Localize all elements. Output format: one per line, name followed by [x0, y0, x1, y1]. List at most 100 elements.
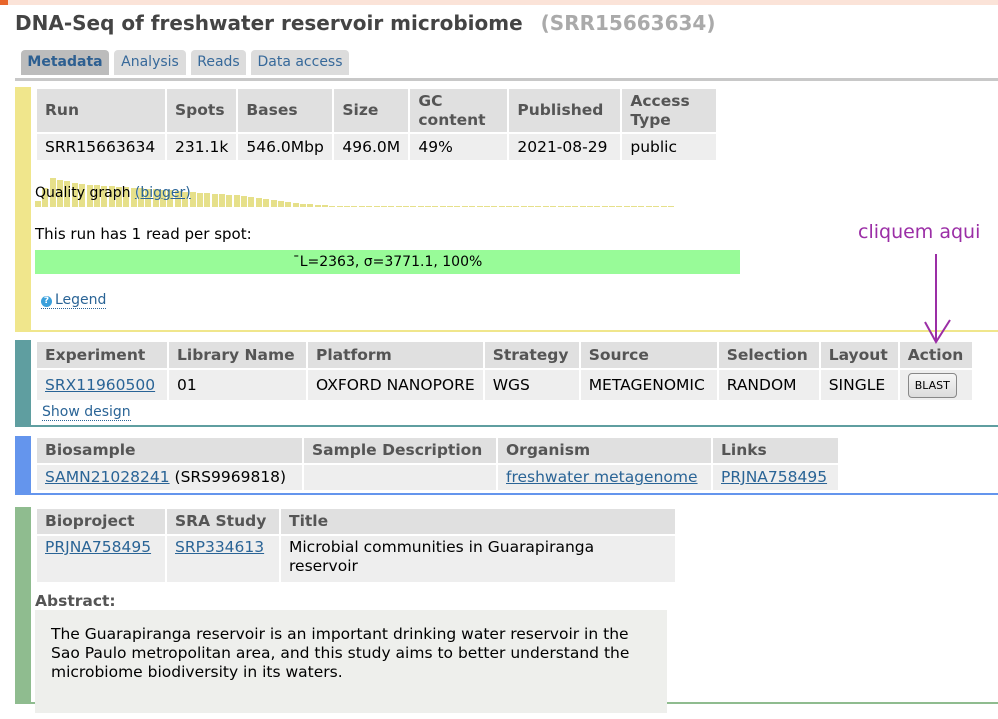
bio-cell-description	[304, 465, 496, 490]
exp-cell-action: BLAST	[899, 370, 972, 400]
tab-bar: Metadata Analysis Reads Data access	[15, 50, 998, 81]
bioproject-section: Bioproject SRA Study Title PRJNA758495 S…	[15, 507, 998, 713]
experiment-section-bar	[15, 340, 31, 425]
bioproject-links-link[interactable]: PRJNA758495	[721, 468, 827, 486]
quality-graph-bar	[447, 206, 454, 207]
abstract-text: The Guarapiranga reservoir is an importa…	[35, 610, 667, 713]
quality-graph-bar	[631, 206, 638, 207]
quality-graph-bigger-link[interactable]: (bigger)	[135, 185, 191, 201]
quality-graph-bar	[506, 206, 512, 207]
quality-graph-bar	[255, 198, 262, 207]
run-header-published: Published	[509, 89, 621, 132]
run-row: SRR15663634 231.1k 546.0Mbp 496.0M 49% 2…	[37, 134, 717, 160]
show-design-link[interactable]: Show design	[42, 404, 131, 421]
bio-header-description: Sample Description	[304, 438, 496, 463]
tab-data-access[interactable]: Data access	[251, 50, 349, 75]
biosample-link[interactable]: SAMN21028241	[45, 468, 170, 486]
exp-header-experiment: Experiment	[37, 342, 167, 368]
tab-reads[interactable]: Reads	[191, 50, 246, 75]
run-header-spots: Spots	[167, 89, 237, 132]
legend-label: Legend	[55, 292, 107, 308]
quality-graph-bar	[454, 206, 461, 207]
run-header-gc: GC content	[410, 89, 508, 132]
organism-link[interactable]: freshwater metagenome	[506, 468, 698, 486]
bioproject-table: Bioproject SRA Study Title PRJNA758495 S…	[35, 507, 677, 584]
run-header-bases: Bases	[238, 89, 333, 132]
quality-graph-bar	[344, 206, 351, 207]
quality-graph-bar	[299, 204, 306, 207]
quality-graph-bar	[248, 197, 255, 207]
quality-graph-label: Quality graph	[35, 185, 131, 201]
run-cell-bases: 546.0Mbp	[238, 134, 333, 160]
quality-graph-bar	[307, 204, 314, 207]
quality-graph-bar	[491, 206, 498, 207]
run-cell-run: SRR15663634	[37, 134, 165, 160]
exp-cell-source: METAGENOMIC	[580, 370, 717, 400]
quality-graph-bar	[211, 194, 218, 207]
proj-title-line2: reservoir	[289, 557, 358, 575]
sra-study-link[interactable]: SRP334613	[175, 538, 264, 556]
quality-graph-bar	[314, 205, 321, 207]
biosample-table: Biosample Sample Description Organism Li…	[35, 436, 840, 492]
run-cell-access: public	[622, 134, 717, 160]
quality-graph-bar	[380, 206, 387, 207]
quality-graph-bar	[550, 206, 557, 207]
bio-cell-links: PRJNA758495	[713, 465, 838, 490]
quality-graph-bar	[410, 206, 417, 207]
run-header-size: Size	[334, 89, 409, 132]
quality-graph-bar	[535, 206, 542, 207]
quality-graph-bar	[572, 206, 579, 207]
proj-header-bioproject: Bioproject	[37, 509, 165, 534]
quality-graph-label-row: Quality graph (bigger)	[35, 185, 191, 201]
experiment-link[interactable]: SRX11960500	[45, 376, 155, 394]
quality-graph-bar	[292, 203, 299, 207]
tab-metadata[interactable]: Metadata	[21, 50, 109, 75]
top-bar	[0, 0, 998, 5]
biosample-row: SAMN21028241 (SRS9969818) freshwater met…	[37, 465, 838, 490]
quality-graph-bar	[557, 206, 564, 207]
reads-per-spot-text: This run has 1 read per spot:	[35, 225, 252, 243]
quality-graph-bar	[395, 206, 402, 207]
quality-graph-bar	[366, 206, 373, 207]
quality-graph-bar	[196, 193, 203, 207]
page-accession: (SRR15663634)	[540, 11, 716, 35]
quality-graph-bar	[425, 206, 432, 207]
run-header-run: Run	[37, 89, 165, 132]
run-cell-spots: 231.1k	[167, 134, 237, 160]
run-section-bar	[15, 87, 31, 330]
run-cell-gc: 49%	[410, 134, 508, 160]
quality-graph-bar	[270, 200, 277, 207]
quality-graph-bar	[226, 195, 233, 207]
run-header-access-line1: Access	[630, 91, 690, 110]
quality-graph-bar	[513, 206, 520, 207]
exp-cell-strategy: WGS	[484, 370, 579, 400]
blast-button[interactable]: BLAST	[907, 372, 957, 398]
quality-graph-bar	[277, 201, 284, 207]
quality-graph-bar	[616, 206, 623, 207]
proj-cell-bioproject: PRJNA758495	[37, 536, 165, 582]
abstract-line1: The Guarapiranga reservoir is an importa…	[51, 625, 629, 643]
biosample-section-bar	[15, 436, 31, 493]
bioproject-link[interactable]: PRJNA758495	[45, 538, 151, 556]
quality-graph-bar	[35, 201, 41, 207]
quality-graph-bar	[609, 206, 616, 207]
quality-graph-bar	[351, 206, 358, 207]
run-cell-published: 2021-08-29	[509, 134, 621, 160]
tab-analysis[interactable]: Analysis	[114, 50, 186, 75]
proj-cell-sra-study: SRP334613	[167, 536, 279, 582]
quality-graph-bar	[542, 206, 549, 207]
run-header-gc-line1: GC	[418, 91, 443, 110]
read-length-bar: ¯L=2363, σ=3771.1, 100%	[35, 250, 740, 274]
experiment-row: SRX11960500 01 OXFORD NANOPORE WGS METAG…	[37, 370, 972, 400]
exp-cell-library: 01	[169, 370, 306, 400]
quality-graph-bar	[263, 199, 270, 207]
exp-header-source: Source	[580, 342, 717, 368]
legend-link[interactable]: ? Legend	[41, 292, 107, 309]
biosample-section: Biosample Sample Description Organism Li…	[15, 436, 998, 495]
top-bar-accent	[0, 0, 8, 5]
biosample-srs: (SRS9969818)	[169, 468, 287, 486]
bio-header-organism: Organism	[498, 438, 711, 463]
quality-graph-bar	[204, 193, 211, 207]
quality-graph-bar	[528, 206, 535, 207]
quality-graph-bar	[322, 205, 329, 207]
